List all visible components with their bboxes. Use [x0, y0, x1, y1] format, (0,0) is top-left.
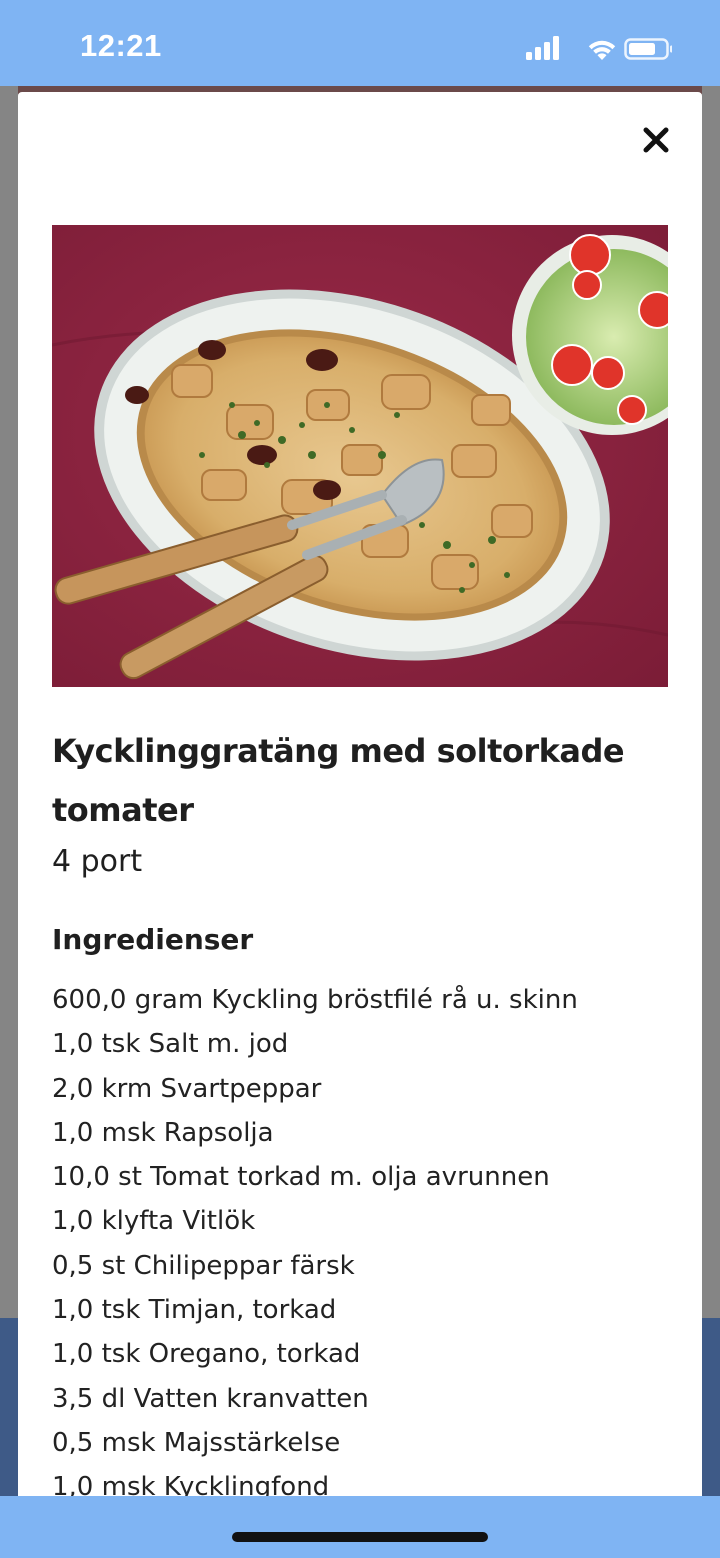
status-icons — [526, 34, 672, 62]
recipe-modal: Kycklinggratäng med soltorkade tomater 4… — [18, 92, 702, 1512]
bottom-bar — [0, 1496, 720, 1558]
backdrop-left — [0, 86, 18, 1496]
ingredient-item: 600,0 gram Kyckling bröstfilé rå u. skin… — [52, 985, 578, 1015]
ingredient-item: 1,0 klyfta Vitlök — [52, 1206, 256, 1237]
wifi-icon — [588, 40, 616, 60]
ingredient-item: 1,0 tsk Timjan, torkad — [52, 1295, 337, 1326]
battery-icon — [624, 38, 672, 60]
backdrop-right — [702, 86, 720, 1496]
close-button[interactable] — [638, 122, 674, 158]
portions-label: 4 port — [52, 844, 143, 879]
ingredient-item: 0,5 st Chilipeppar färsk — [52, 1250, 355, 1281]
cellular-signal-icon — [526, 36, 559, 60]
recipe-image — [52, 225, 668, 687]
ingredient-item: 10,0 st Tomat torkad m. olja avrunnen — [52, 1162, 550, 1193]
home-indicator[interactable] — [232, 1532, 488, 1542]
ingredients-list: 600,0 gram Kyckling bröstfilé rå u. skin… — [52, 978, 682, 1510]
status-bar: 12:21 — [0, 0, 720, 86]
ingredient-item: 2,0 krm Svartpeppar — [52, 1073, 322, 1104]
status-time: 12:21 — [80, 28, 162, 63]
ingredient-item: 1,0 tsk Salt m. jod — [52, 1029, 289, 1060]
ingredient-item: 3,5 dl Vatten kranvatten — [52, 1383, 369, 1414]
ingredient-item: 1,0 tsk Oregano, torkad — [52, 1339, 361, 1370]
close-icon — [643, 127, 669, 153]
ingredient-item: 0,5 msk Majsstärkelse — [52, 1427, 341, 1458]
ingredient-item: 1,0 msk Rapsolja — [52, 1117, 274, 1148]
ingredients-heading: Ingredienser — [52, 923, 254, 956]
recipe-title: Kycklinggratäng med soltorkade tomater — [52, 732, 625, 829]
